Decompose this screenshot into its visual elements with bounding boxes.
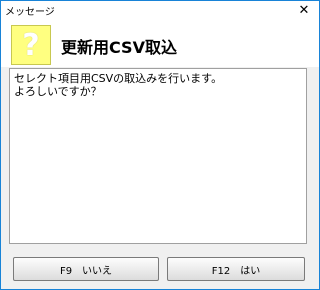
dialog-title: 更新用CSV取込 — [61, 38, 177, 57]
yes-button[interactable]: F12 はい — [167, 257, 305, 281]
no-button[interactable]: F9 いいえ — [13, 257, 159, 281]
close-icon[interactable]: ✕ — [291, 1, 317, 19]
question-icon: ? — [11, 25, 51, 65]
message-text: セレクト項目用CSVの取込みを行います。 よろしいですか？ — [9, 68, 307, 244]
title-bar[interactable]: メッセージ ✕ — [1, 1, 319, 19]
message-dialog: メッセージ ✕ ? 更新用CSV取込 セレクト項目用CSVの取込みを行います。 … — [0, 0, 320, 290]
window-title: メッセージ — [5, 7, 55, 18]
